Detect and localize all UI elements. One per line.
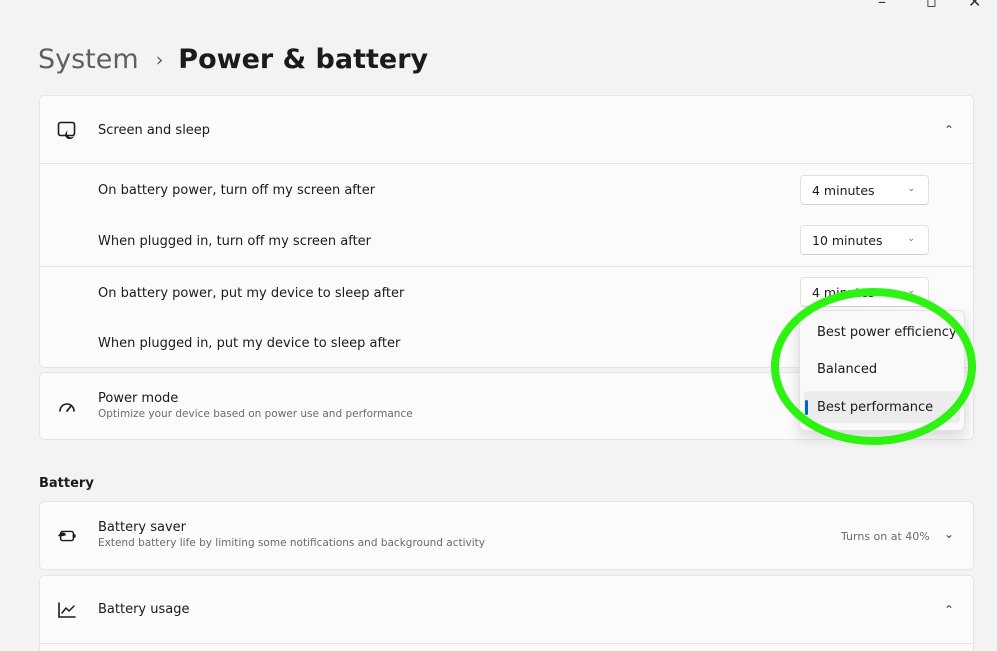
setting-label: When plugged in, turn off my screen afte… xyxy=(98,233,372,249)
select-value: 10 minutes xyxy=(812,232,883,248)
option-label: Balanced xyxy=(817,361,878,377)
breadcrumb: System › Power & battery xyxy=(38,44,428,75)
battery-saver-subtitle: Extend battery life by limiting some not… xyxy=(98,537,485,549)
screen-sleep-icon xyxy=(57,120,77,140)
battery-saver-icon xyxy=(57,526,77,546)
battery-usage-title: Battery usage xyxy=(98,602,190,617)
page-title: Power & battery xyxy=(178,44,429,75)
minimize-button[interactable]: – xyxy=(878,0,886,11)
select-value: 4 minutes xyxy=(812,182,875,198)
divider xyxy=(40,266,973,267)
battery-saver-title: Battery saver xyxy=(98,520,187,535)
collapse-chevron-icon[interactable]: ⌃ xyxy=(944,603,954,617)
breadcrumb-system-link[interactable]: System xyxy=(38,44,139,75)
selection-indicator xyxy=(805,400,808,415)
maximize-button[interactable]: ▫ xyxy=(926,0,937,11)
battery-saver-card[interactable]: Battery saver Extend battery life by lim… xyxy=(39,501,974,570)
battery-sleep-select[interactable]: 4 minutes ⌄ xyxy=(800,277,929,307)
screen-and-sleep-header[interactable]: Screen and sleep ⌃ xyxy=(40,96,973,164)
screen-and-sleep-title: Screen and sleep xyxy=(98,123,211,138)
breadcrumb-separator: › xyxy=(155,48,164,71)
option-label: Best performance xyxy=(817,399,934,415)
battery-saver-status: Turns on at 40% xyxy=(841,530,930,543)
setting-label: On battery power, turn off my screen aft… xyxy=(98,182,376,198)
battery-saver-text: Battery saver Extend battery life by lim… xyxy=(98,520,485,549)
plugged-screen-off-select[interactable]: 10 minutes ⌄ xyxy=(800,225,929,255)
power-mode-dropdown-menu: Best power efficiency Balanced Best perf… xyxy=(799,310,965,431)
select-value: 4 minutes xyxy=(812,284,875,300)
battery-screen-off-select[interactable]: 4 minutes ⌄ xyxy=(800,175,929,205)
option-best-performance[interactable]: Best performance xyxy=(804,391,960,423)
power-mode-text: Power mode Optimize your device based on… xyxy=(98,391,413,420)
chevron-down-icon: ⌄ xyxy=(907,184,915,194)
close-button[interactable]: ✕ xyxy=(968,0,981,11)
battery-usage-card[interactable]: Battery usage ⌃ xyxy=(39,575,974,651)
chevron-down-icon: ⌄ xyxy=(907,286,915,296)
battery-section-label: Battery xyxy=(39,476,94,491)
power-mode-subtitle: Optimize your device based on power use … xyxy=(98,408,413,420)
chevron-down-icon[interactable]: ⌄ xyxy=(944,527,954,541)
collapse-chevron-icon[interactable]: ⌃ xyxy=(944,123,954,137)
power-mode-title: Power mode xyxy=(98,391,179,406)
setting-label: When plugged in, put my device to sleep … xyxy=(98,335,401,351)
option-best-power-efficiency[interactable]: Best power efficiency xyxy=(804,316,960,348)
chevron-down-icon: ⌄ xyxy=(907,234,915,244)
battery-usage-chart-icon xyxy=(57,600,77,620)
battery-screen-off-row: On battery power, turn off my screen aft… xyxy=(40,165,973,215)
option-balanced[interactable]: Balanced xyxy=(804,353,960,385)
power-mode-gauge-icon xyxy=(57,397,77,417)
plugged-screen-off-row: When plugged in, turn off my screen afte… xyxy=(40,216,973,266)
setting-label: On battery power, put my device to sleep… xyxy=(98,285,405,301)
divider xyxy=(40,643,973,644)
option-label: Best power efficiency xyxy=(817,324,957,340)
